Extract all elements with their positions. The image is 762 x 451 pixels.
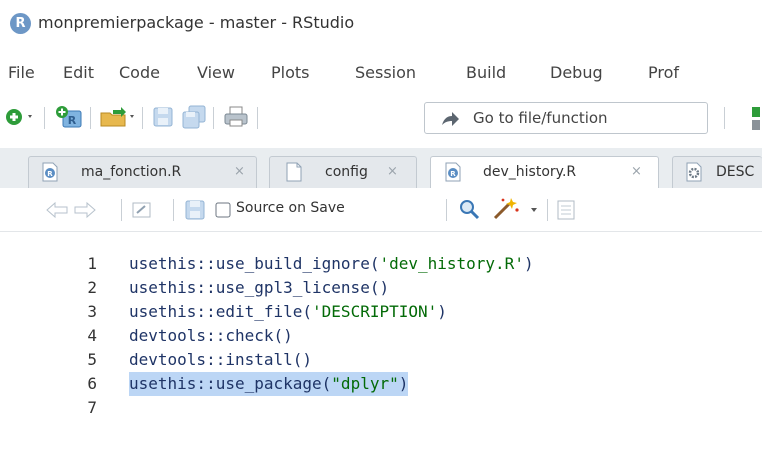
editor-toolbar: Source on Save <box>0 188 762 232</box>
source-on-save-label: Source on Save <box>236 200 345 216</box>
code-line-selected[interactable]: 6 usethis::use_package("dplyr") <box>0 372 762 396</box>
code-editor[interactable]: 1 usethis::use_build_ignore('dev_history… <box>0 232 762 451</box>
code-line[interactable]: 7 <box>0 396 762 420</box>
source-on-save-checkbox[interactable] <box>215 202 231 218</box>
code-line[interactable]: 2 usethis::use_gpl3_license() <box>0 276 762 300</box>
show-in-window-icon[interactable] <box>130 200 154 220</box>
code-line[interactable]: 1 usethis::use_build_ignore('dev_history… <box>0 252 762 276</box>
tab-config[interactable]: config × <box>269 156 417 188</box>
back-forward-icon[interactable] <box>45 201 97 219</box>
code-text: devtools::check() <box>129 326 293 345</box>
code-text: usethis::use_gpl3_license() <box>129 278 390 297</box>
search-icon[interactable] <box>458 198 480 220</box>
tab-ma-fonction[interactable]: R ma_fonction.R × <box>28 156 257 188</box>
r-file-icon: R <box>445 162 461 182</box>
menu-code[interactable]: Code <box>119 58 160 88</box>
r-file-icon: R <box>42 162 58 182</box>
code-text: usethis::use_build_ignore('dev_history.R… <box>129 254 534 273</box>
menu-view[interactable]: View <box>197 58 235 88</box>
code-text: usethis::edit_file('DESCRIPTION') <box>129 302 447 321</box>
menu-bar: File Edit Code View Plots Session Build … <box>0 58 762 88</box>
svg-text:R: R <box>450 170 456 178</box>
save-icon[interactable] <box>152 105 174 129</box>
go-to-file-label: Go to file/function <box>473 109 608 127</box>
print-icon[interactable] <box>222 105 250 129</box>
line-number: 4 <box>87 326 97 345</box>
menu-file[interactable]: File <box>8 58 35 88</box>
new-project-icon[interactable]: R <box>54 104 84 130</box>
menu-profile[interactable]: Prof <box>648 58 679 88</box>
code-line[interactable]: 5 devtools::install() <box>0 348 762 372</box>
save-all-icon[interactable] <box>181 104 207 130</box>
close-icon[interactable]: × <box>234 164 245 179</box>
tab-label: ma_fonction.R <box>81 164 182 180</box>
menu-session[interactable]: Session <box>355 58 416 88</box>
line-number: 6 <box>87 374 97 393</box>
menu-plots[interactable]: Plots <box>271 58 310 88</box>
svg-text:R: R <box>68 114 77 127</box>
open-folder-icon[interactable] <box>99 105 137 129</box>
line-number: 2 <box>87 278 97 297</box>
line-number: 1 <box>87 254 97 273</box>
tab-label: dev_history.R <box>483 164 577 180</box>
menu-edit[interactable]: Edit <box>63 58 94 88</box>
magic-wand-icon[interactable] <box>491 196 541 222</box>
document-outline-icon[interactable] <box>556 199 576 221</box>
new-file-icon[interactable] <box>4 105 36 129</box>
tab-description[interactable]: DESC <box>672 156 762 188</box>
gear-icon <box>686 162 702 182</box>
close-icon[interactable]: × <box>387 164 398 179</box>
go-to-file-function-box[interactable]: Go to file/function <box>424 102 708 134</box>
line-number: 7 <box>87 398 97 417</box>
addins-icon[interactable] <box>748 104 762 134</box>
tab-label: DESC <box>716 164 755 180</box>
tab-label: config <box>325 164 368 180</box>
code-text: devtools::install() <box>129 350 313 369</box>
close-icon[interactable]: × <box>631 164 642 179</box>
code-line[interactable]: 4 devtools::check() <box>0 324 762 348</box>
arrow-right-icon <box>442 112 459 126</box>
line-number: 3 <box>87 302 97 321</box>
menu-build[interactable]: Build <box>466 58 506 88</box>
code-line[interactable]: 3 usethis::edit_file('DESCRIPTION') <box>0 300 762 324</box>
title-bar: R monpremierpackage - master - RStudio <box>0 0 762 48</box>
rstudio-logo-icon: R <box>10 13 31 34</box>
tab-dev-history[interactable]: R dev_history.R × <box>430 156 659 189</box>
save-icon[interactable] <box>185 200 205 220</box>
text-file-icon <box>286 162 302 182</box>
window-title: monpremierpackage - master - RStudio <box>38 13 355 32</box>
svg-text:R: R <box>47 170 53 178</box>
menu-debug[interactable]: Debug <box>550 58 603 88</box>
line-number: 5 <box>87 350 97 369</box>
code-text-selection: usethis::use_package("dplyr") <box>129 372 409 396</box>
